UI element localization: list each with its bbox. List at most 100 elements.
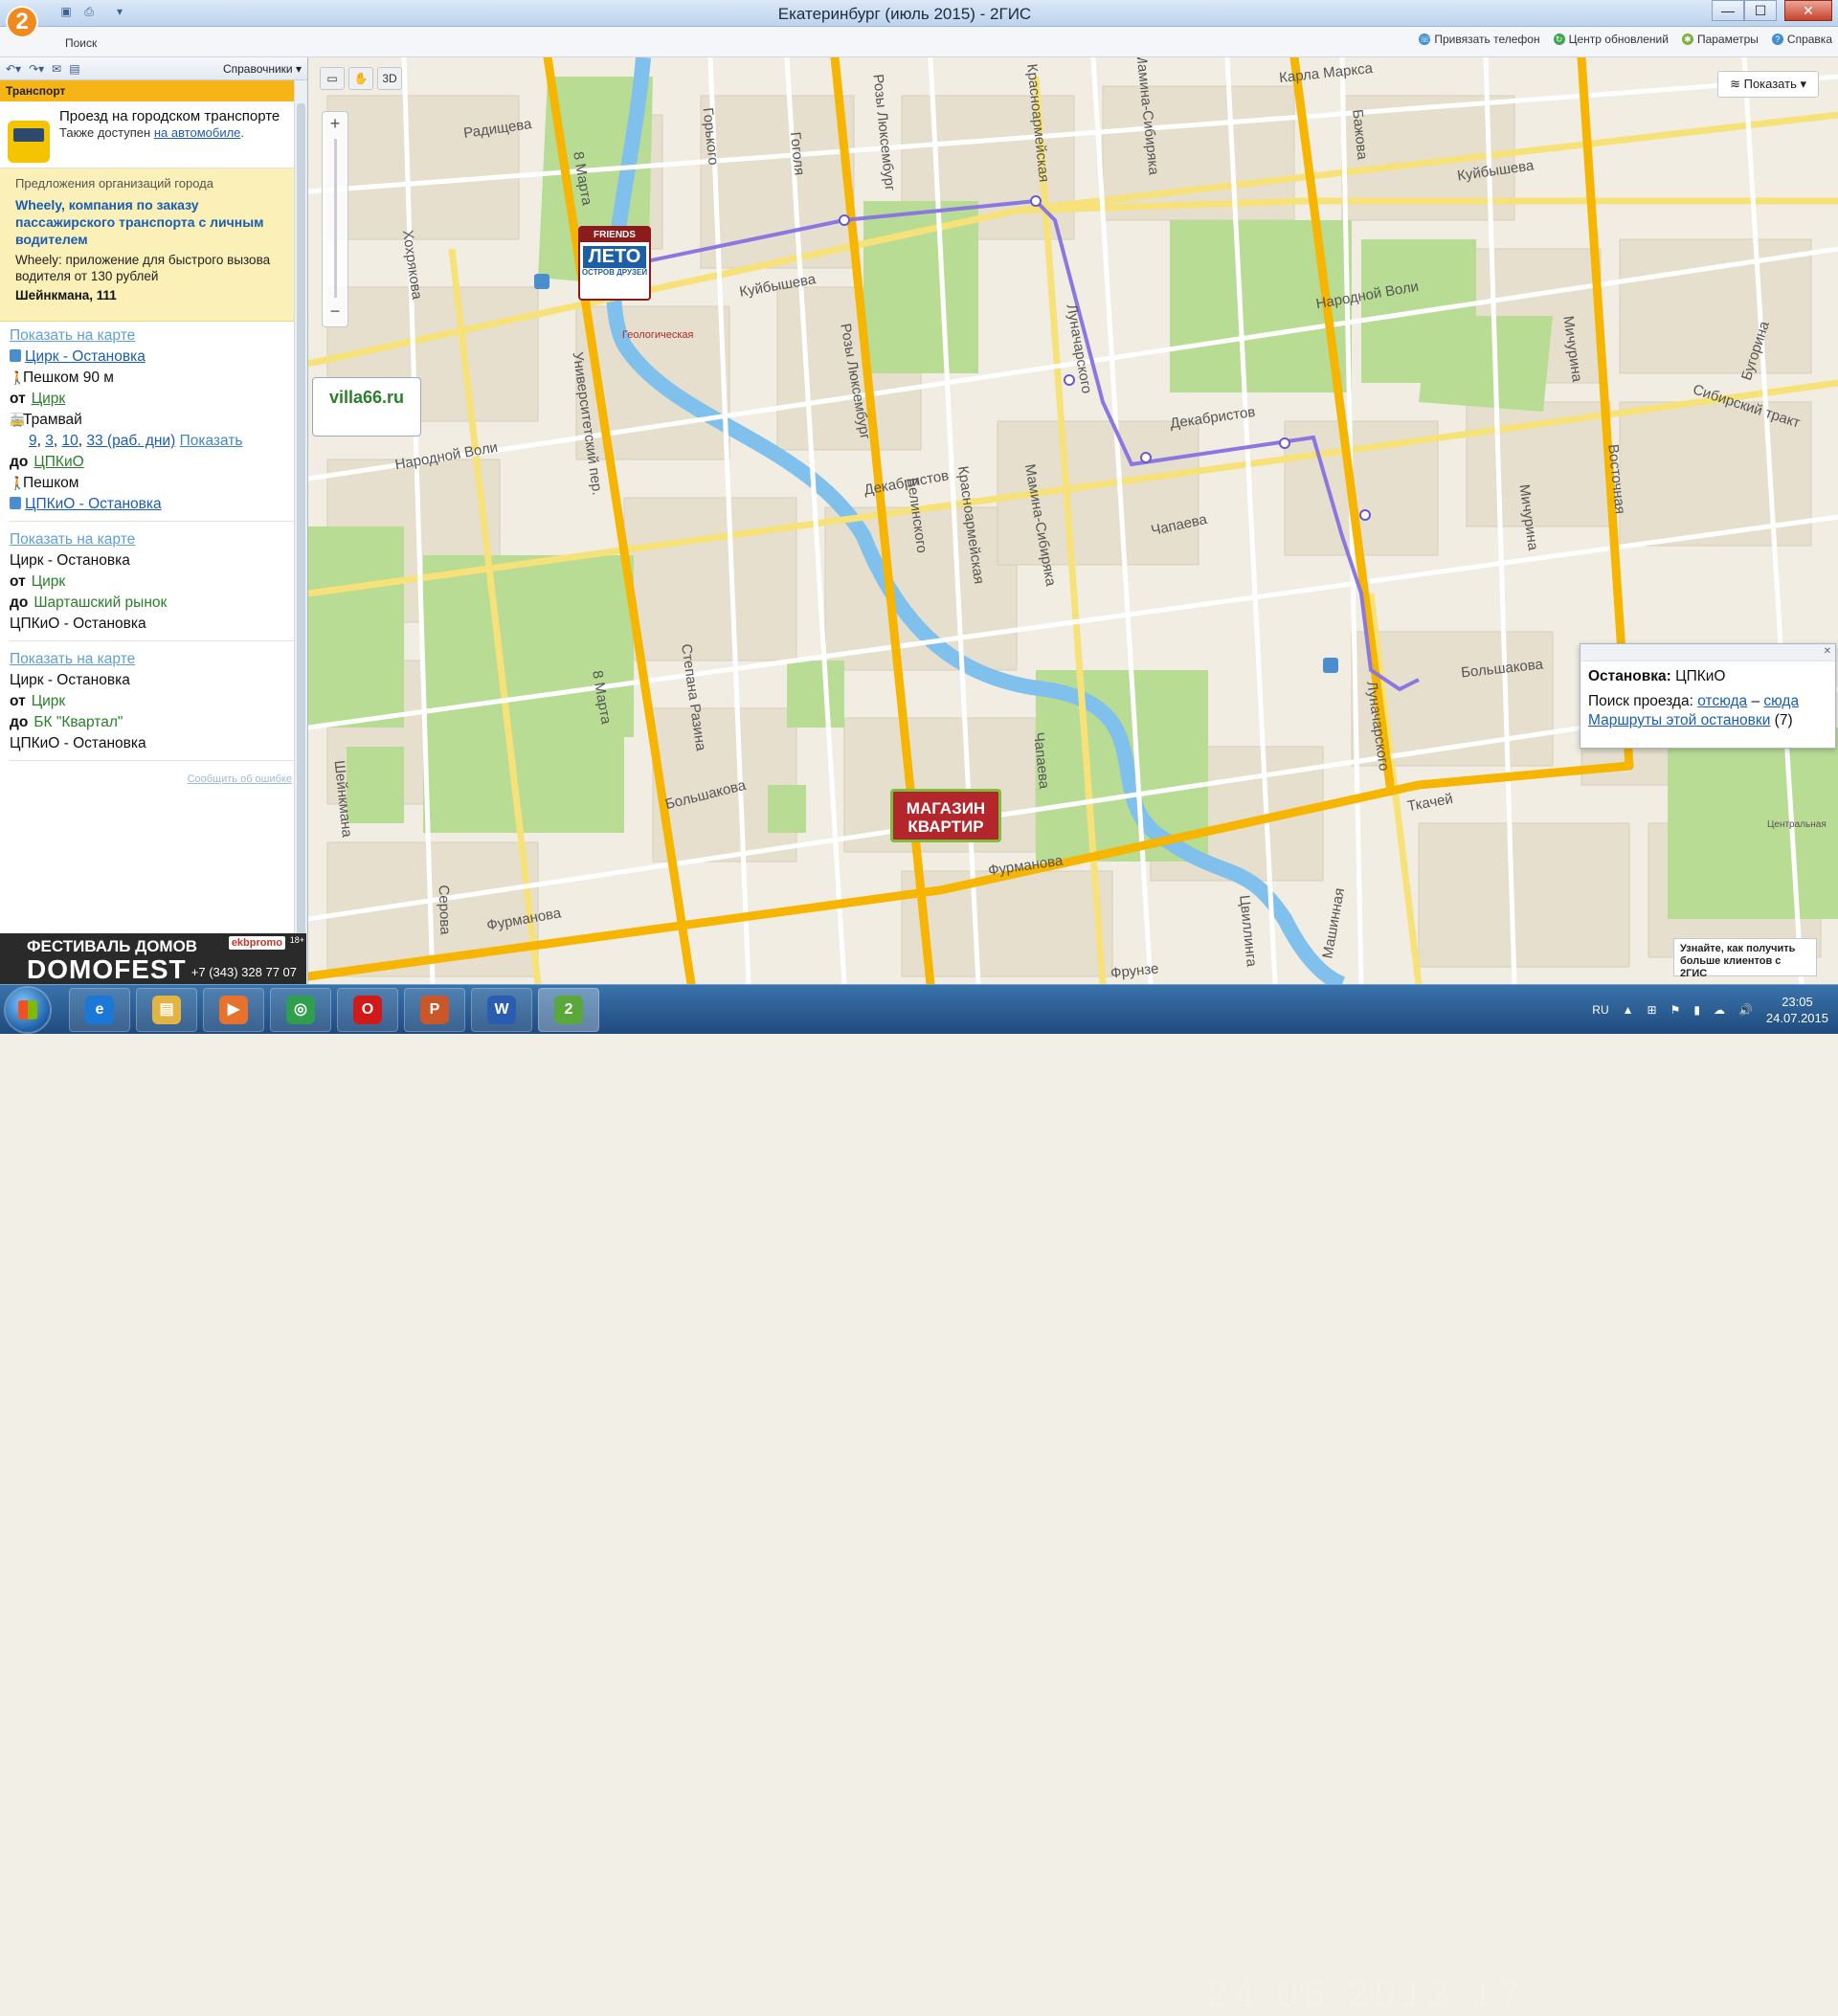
to-label: до	[10, 594, 29, 611]
link-help[interactable]: ? Справка	[1771, 33, 1832, 46]
chrome-icon: ◎	[286, 996, 315, 1024]
section-title: Транспорт	[0, 80, 307, 101]
volume-icon[interactable]: 🔊	[1738, 1003, 1753, 1017]
start-button[interactable]	[6, 988, 50, 1032]
link-help-label: Справка	[1786, 33, 1832, 46]
friends-ad[interactable]: FRIENDS ЛЕТО ОСТРОВ ДРУЗЕЙ	[578, 226, 651, 301]
transport-box: Проезд на городском транспорте Также дос…	[0, 101, 307, 168]
show-on-map-link[interactable]: Показать на карте	[10, 651, 135, 667]
taskbar-app-2gis[interactable]: 2	[538, 988, 599, 1032]
report-error-link[interactable]: Сообщить об ошибке	[10, 769, 298, 790]
mail-icon[interactable]: ✉	[52, 62, 61, 76]
from-stop-link[interactable]: Цирк - Остановка	[25, 348, 146, 365]
villa-ad[interactable]: villa66.ru	[312, 377, 421, 437]
language-indicator[interactable]: RU	[1592, 1003, 1608, 1017]
back-icon[interactable]: ↶▾	[6, 62, 21, 76]
to-here-link[interactable]: сюда	[1763, 693, 1799, 709]
popup-close-icon[interactable]: ✕	[1820, 644, 1835, 659]
taskbar-app-presentation[interactable]: P	[404, 988, 465, 1032]
zoom-in-icon[interactable]: +	[325, 115, 345, 133]
to-value: Шарташский рынок	[34, 594, 168, 611]
promo-caption: Предложения организаций города	[15, 176, 213, 190]
minimize-button[interactable]: —	[1712, 0, 1744, 21]
print-list-icon[interactable]: ▤	[69, 62, 79, 76]
word-icon: W	[487, 996, 516, 1024]
from-value-link[interactable]: Цирк	[32, 391, 66, 407]
stop-label[interactable]: Геологическая	[622, 329, 694, 341]
map-canvas[interactable]	[308, 57, 1838, 984]
car-link[interactable]: на автомобиле	[154, 125, 241, 140]
link-updates[interactable]: ↻ Центр обновлений	[1553, 33, 1669, 46]
walk-text: Пешком	[23, 475, 79, 491]
search-tab[interactable]: Поиск	[65, 36, 97, 50]
zoom-out-icon[interactable]: −	[325, 302, 345, 321]
sidebar-toolbar: ↶▾ ↷▾ ✉ ▤ Справочники ▾	[0, 57, 307, 80]
map-3d-button[interactable]: 3D	[377, 67, 402, 90]
bus-icon	[8, 121, 50, 163]
route-number-link[interactable]: 33 (раб. дни)	[86, 433, 175, 449]
promo-company[interactable]: Wheely, компания по заказу пассажирского…	[15, 196, 292, 248]
taskbar-app-word[interactable]: W	[471, 988, 532, 1032]
tray-expand-icon[interactable]: ▲	[1623, 1003, 1634, 1017]
promo-box[interactable]: Предложения организаций города Wheely, к…	[0, 168, 307, 322]
kvartir-ad-line1: МАГАЗИН	[906, 799, 986, 818]
taskbar-app-media[interactable]: ▶	[203, 988, 264, 1032]
zoom-slider[interactable]	[334, 139, 337, 298]
close-button[interactable]: ✕	[1784, 0, 1832, 21]
transport-subtitle: Также доступен на автомобиле.	[59, 125, 280, 140]
route-number-link[interactable]: 9	[29, 433, 37, 449]
villa-ad-label: villa66.ru	[328, 388, 405, 407]
layers-button[interactable]: ≋ Показать ▾	[1717, 71, 1819, 98]
stop-popup[interactable]: ✕ Остановка: ЦПКиО Поиск проезда: отсюда…	[1580, 643, 1836, 749]
route-number-link[interactable]: 10	[62, 433, 78, 449]
sidebar-scrollbar[interactable]	[294, 80, 307, 984]
maximize-button[interactable]: ☐	[1744, 0, 1777, 21]
banner-line2: DOMOFEST	[27, 954, 187, 984]
show-on-map-link[interactable]: Показать на карте	[10, 327, 135, 344]
domofest-banner[interactable]: ФЕСТИВАЛЬ ДОМОВ DOMOFEST ekbpromo 18+ +7…	[0, 933, 306, 986]
popup-dash: –	[1751, 693, 1760, 709]
map-view[interactable]: ▭ ✋ 3D + − ≋ Показать ▾ Карла Маркса Рад…	[308, 57, 1838, 984]
link-settings[interactable]: ✱ Параметры	[1681, 33, 1759, 46]
forward-icon[interactable]: ↷▾	[29, 62, 44, 76]
zoom-control[interactable]: + −	[322, 111, 348, 327]
show-link[interactable]: Показать	[180, 433, 243, 449]
taskbar-app-chrome[interactable]: ◎	[270, 988, 331, 1032]
opera-icon: O	[353, 996, 382, 1024]
taskbar-app-opera[interactable]: O	[337, 988, 398, 1032]
tram-icon: 🚋	[10, 413, 26, 427]
show-on-map-link[interactable]: Показать на карте	[10, 531, 135, 548]
link-phone[interactable]: ☏ Привязать телефон	[1419, 33, 1540, 46]
transport-dot: .	[240, 125, 245, 140]
app-logo-icon[interactable]: 2	[6, 6, 38, 38]
taskbar-app-explorer[interactable]: ▤	[136, 988, 197, 1032]
reference-menu[interactable]: Справочники ▾	[223, 62, 302, 76]
to-value-link[interactable]: ЦПКиО	[34, 454, 83, 470]
from-value: Цирк	[31, 693, 66, 709]
to-stop-link[interactable]: ЦПКиО - Остановка	[25, 496, 162, 512]
hand-icon[interactable]: ✋	[348, 67, 373, 90]
scrollbar-thumb[interactable]	[297, 103, 305, 946]
route-number-link[interactable]: 3	[45, 433, 54, 449]
taskbar-app-ie[interactable]: e	[69, 988, 130, 1032]
windows-flag-icon[interactable]: ⊞	[1647, 1003, 1657, 1017]
promo-hint[interactable]: Узнайте, как получить больше клиентов с …	[1673, 938, 1817, 979]
clock[interactable]: 23:05 24.07.2015	[1766, 994, 1828, 1026]
stop-routes-link[interactable]: Маршруты этой остановки	[1588, 712, 1770, 728]
stop-icon	[10, 349, 21, 362]
from-here-link[interactable]: отсюда	[1697, 693, 1747, 709]
from-stop: Цирк - Остановка	[10, 552, 130, 569]
from-stop: Цирк - Остановка	[10, 672, 130, 688]
layers-icon: ≋	[1730, 77, 1740, 91]
ie-icon: e	[85, 996, 114, 1024]
network-icon[interactable]: ▮	[1693, 1003, 1700, 1017]
kvartir-ad[interactable]: МАГАЗИН КВАРТИР	[890, 789, 1001, 842]
from-value: Цирк	[31, 573, 66, 590]
friends-ad-main: ЛЕТО	[583, 246, 646, 268]
from-label: от	[10, 693, 26, 709]
clock-date: 24.07.2015	[1765, 1011, 1828, 1025]
ruler-icon[interactable]: ▭	[320, 67, 345, 90]
action-center-icon[interactable]: ⚑	[1670, 1003, 1681, 1017]
title-bar: ▣ ⎙ ▾ Екатеринбург (июль 2015) - 2ГИС — …	[0, 0, 1838, 27]
update-icon[interactable]: ☁	[1714, 1003, 1725, 1017]
